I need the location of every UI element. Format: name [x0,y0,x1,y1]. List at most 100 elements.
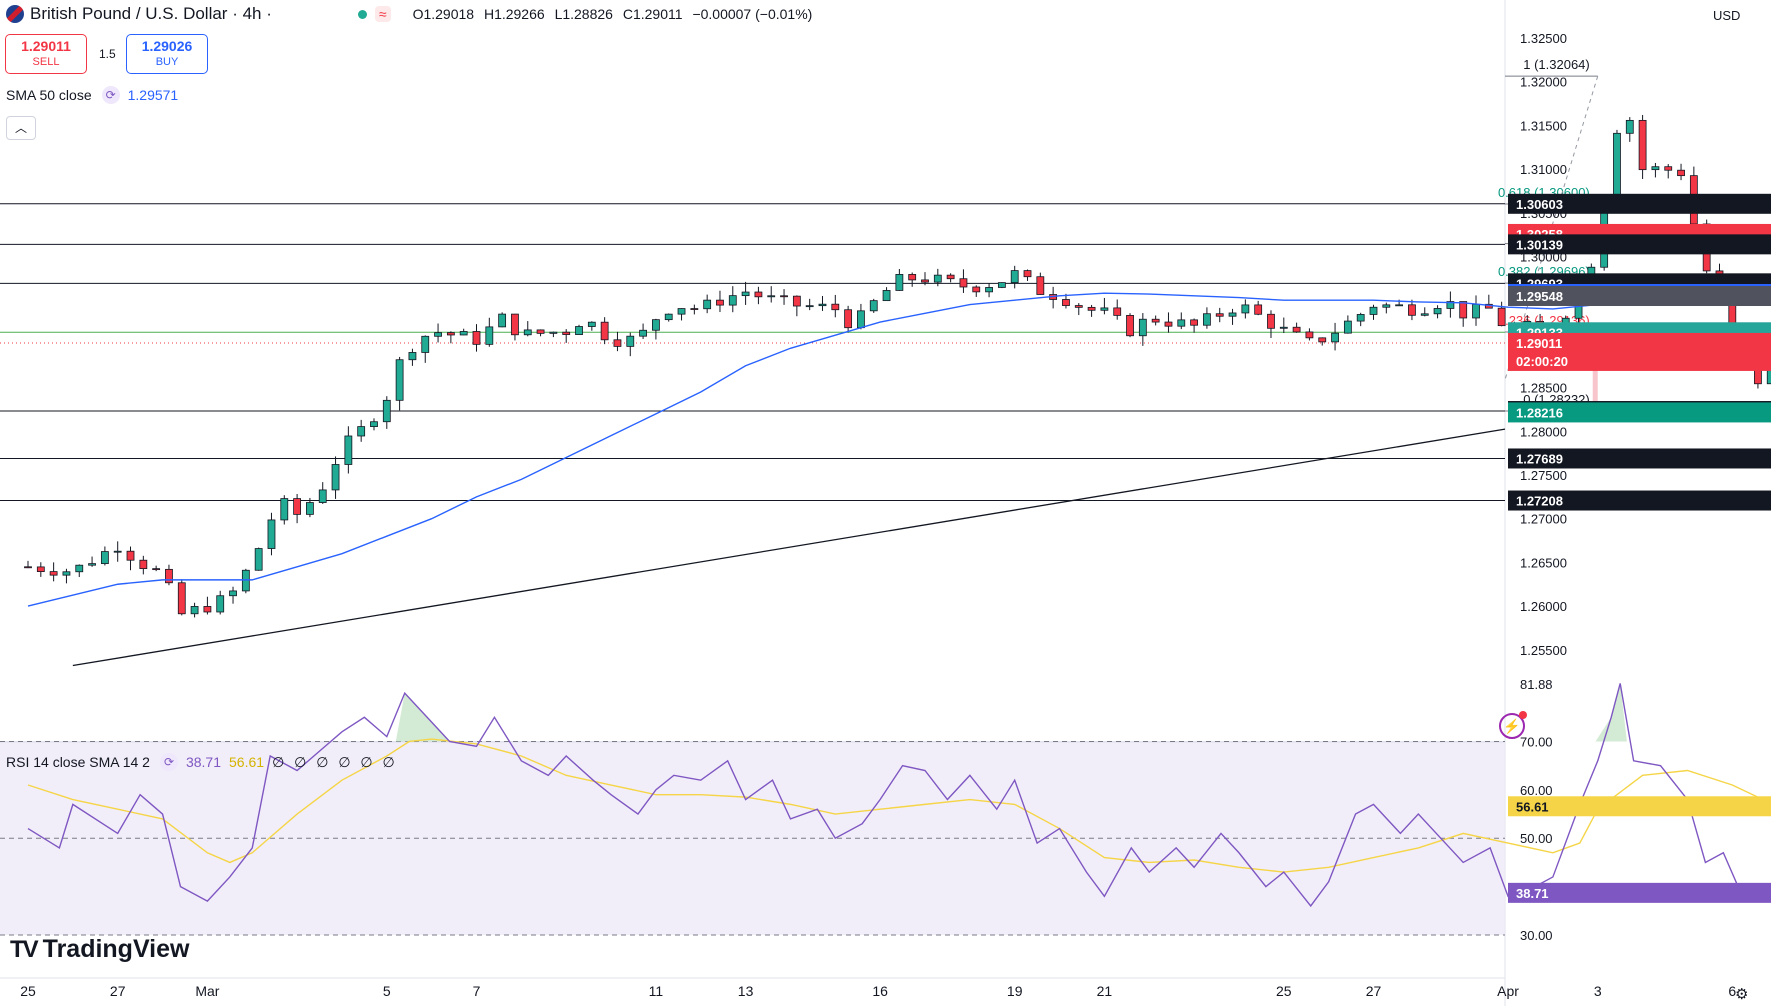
candle-body [152,568,161,571]
high-value: H1.29266 [483,6,545,22]
rsi-label: RSI 14 close SMA 14 2 [6,754,150,770]
candle-body [921,279,929,283]
candle-body [1074,305,1083,308]
rsi-tick-label: 30.00 [1520,928,1553,943]
candle-body [780,295,788,298]
candle-body [306,502,314,515]
candle-body [792,295,801,307]
symbol-title[interactable]: British Pound / U.S. Dollar · 4h · [30,4,272,24]
candle-body [1472,303,1480,319]
candle-body [1638,119,1647,171]
candle-body [1497,307,1506,327]
price-tick-label: 1.32000 [1520,75,1567,90]
candle-body [126,550,135,561]
candle-body [395,359,404,401]
candle-body [959,278,968,288]
price-tick-label: 1.27500 [1520,468,1567,483]
candle-body [652,319,660,331]
price-tick-label: 1.26000 [1520,599,1567,614]
sma-label: SMA 50 close [6,87,92,103]
candle-body [88,563,96,566]
candle-body [767,295,776,298]
rsi-tick-label: 50.00 [1520,831,1553,846]
candle-body [728,295,737,306]
candle-body [587,321,596,327]
candle-body [754,291,763,298]
candle-body [1651,166,1660,171]
settings-gear-icon[interactable]: ⚙ [1735,985,1748,1003]
candle-body [639,329,647,337]
price-label-text: 1.27208 [1516,494,1563,509]
candle-body [1010,270,1019,283]
candle-body [946,274,955,280]
flag-icon [6,5,24,23]
candle-body [716,299,724,306]
tradingview-logo: TV TradingView [10,935,189,964]
price-tick-label: 1.27000 [1520,512,1567,527]
candle-body [62,571,71,576]
candle-body [1664,166,1673,171]
candle-body [844,309,853,329]
candle-body [690,308,699,310]
rsi-legend[interactable]: RSI 14 close SMA 14 2 ⟳ 38.71 56.61 ∅ ∅ … [6,753,398,771]
candle-body [818,303,827,307]
change-value: −0.00007 (−0.01%) [692,6,813,22]
rsi-tick-label: 60.00 [1520,783,1553,798]
rsi-value-label: 38.71 [1516,886,1549,901]
time-tick-label: 27 [1366,983,1382,999]
candle-body [1395,304,1404,307]
refresh-icon[interactable]: ⟳ [101,86,120,104]
candle-body [1151,318,1160,323]
candle-body [1318,337,1327,343]
candle-body [997,282,1006,288]
tradingview-logo-icon: TV [10,935,39,963]
candle-body [1625,119,1634,134]
candle-body [1305,331,1314,339]
chart-canvas[interactable]: 1 (1.32064)0.618 (1.30600)0.5 (1.30148)0… [0,0,1771,1006]
collapse-legend-button[interactable]: ︿ [6,116,36,140]
candle-body [562,331,571,335]
candle-body [1356,314,1365,322]
price-label-text: 1.30139 [1516,237,1563,252]
candle-body [1241,304,1250,314]
candle-body [1369,306,1378,315]
candle-body [869,300,878,312]
sell-label: SELL [32,56,60,68]
candle-body [1267,313,1275,329]
price-label-text: 1.27689 [1516,451,1563,466]
time-tick-label: 5 [383,983,391,999]
candle-body [1203,313,1211,326]
candle-body [498,313,507,328]
sell-button[interactable]: 1.29011 SELL [5,34,87,74]
candle-body [1420,313,1429,316]
time-tick-label: 3 [1594,983,1602,999]
candle-body [1036,276,1045,295]
candle-body [49,571,58,576]
buy-button[interactable]: 1.29026 BUY [126,34,208,74]
logo-text: TradingView [42,935,190,963]
candle-body [459,331,468,336]
buy-price: 1.29026 [141,38,193,54]
candle-body [1459,301,1468,319]
candle-body [280,498,289,521]
price-label-text: 1.29548 [1516,289,1563,304]
candle-body [1408,304,1416,316]
candle-body [165,568,173,584]
candle-body [421,335,430,353]
sma-legend[interactable]: SMA 50 close ⟳ 1.29571 [6,86,178,104]
symbol-header: British Pound / U.S. Dollar · 4h · ≈ O1.… [0,0,818,28]
rsi-empty-values: ∅ ∅ ∅ ∅ ∅ ∅ [272,753,398,770]
candle-body [485,326,494,345]
refresh-icon[interactable]: ⟳ [159,753,178,771]
candle-body [741,291,750,297]
currency-label[interactable]: USD [1713,8,1740,23]
candle-body [472,331,481,345]
candle-body [1433,308,1442,315]
alert-bolt-icon[interactable]: ⚡ [1499,711,1527,739]
candle-body [1023,270,1032,278]
rsi-sma-value: 56.61 [229,754,265,770]
candle-body [190,606,199,615]
price-tick-label: 1.28000 [1520,424,1567,439]
wave-icon[interactable]: ≈ [374,6,391,22]
candle-body [357,426,366,437]
